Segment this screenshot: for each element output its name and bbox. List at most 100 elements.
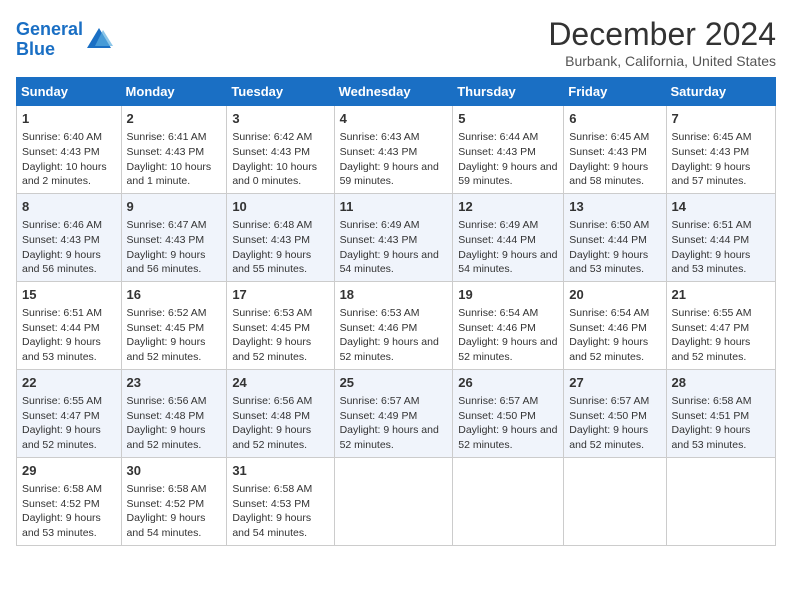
day-number: 31 (232, 462, 328, 480)
daylight-label: Daylight: 10 hours and 0 minutes. (232, 161, 317, 188)
sunrise-label: Sunrise: 6:40 AM (22, 131, 102, 143)
sunrise-label: Sunrise: 6:57 AM (458, 395, 538, 407)
sunset-label: Sunset: 4:52 PM (22, 498, 100, 510)
calendar-cell: 2 Sunrise: 6:41 AM Sunset: 4:43 PM Daylight… (121, 106, 227, 194)
daylight-label: Daylight: 9 hours and 53 minutes. (672, 424, 751, 451)
sunset-label: Sunset: 4:43 PM (458, 146, 536, 158)
sunrise-label: Sunrise: 6:41 AM (127, 131, 207, 143)
calendar-cell: 16Sunrise: 6:52 AMSunset: 4:45 PMDayligh… (121, 281, 227, 369)
calendar-cell: 22Sunrise: 6:55 AMSunset: 4:47 PMDayligh… (17, 369, 122, 457)
daylight-label: Daylight: 10 hours and 2 minutes. (22, 161, 107, 188)
sunrise-label: Sunrise: 6:49 AM (340, 219, 420, 231)
daylight-label: Daylight: 10 hours and 1 minute. (127, 161, 212, 188)
calendar-cell: 15Sunrise: 6:51 AMSunset: 4:44 PMDayligh… (17, 281, 122, 369)
calendar-cell: 3Sunrise: 6:42 AMSunset: 4:43 PMDaylight… (227, 106, 334, 194)
sunrise-label: Sunrise: 6:44 AM (458, 131, 538, 143)
sunset-label: Sunset: 4:43 PM (340, 234, 418, 246)
sunrise-label: Sunrise: 6:50 AM (569, 219, 649, 231)
daylight-label: Daylight: 9 hours and 52 minutes. (672, 336, 751, 363)
sunrise-label: Sunrise: 6:43 AM (340, 131, 420, 143)
calendar-cell: 12Sunrise: 6:49 AMSunset: 4:44 PMDayligh… (453, 193, 564, 281)
day-number: 2 (127, 110, 222, 128)
daylight-label: Daylight: 9 hours and 52 minutes. (127, 424, 206, 451)
logo-icon (85, 26, 113, 54)
day-number: 10 (232, 198, 328, 216)
sunrise-label: Sunrise: 6:57 AM (569, 395, 649, 407)
sunset-label: Sunset: 4:43 PM (22, 146, 100, 158)
sunset-label: Sunset: 4:47 PM (22, 410, 100, 422)
calendar-cell: 19Sunrise: 6:54 AMSunset: 4:46 PMDayligh… (453, 281, 564, 369)
weekday-header-tuesday: Tuesday (227, 78, 334, 106)
sunset-label: Sunset: 4:43 PM (232, 146, 310, 158)
sunset-label: Sunset: 4:46 PM (340, 322, 418, 334)
sunrise-label: Sunrise: 6:54 AM (458, 307, 538, 319)
sunset-label: Sunset: 4:44 PM (22, 322, 100, 334)
week-row-1: 1Sunrise: 6:40 AMSunset: 4:43 PMDaylight… (17, 106, 776, 194)
calendar-table: SundayMondayTuesdayWednesdayThursdayFrid… (16, 77, 776, 546)
day-number: 30 (127, 462, 222, 480)
daylight-label: Daylight: 9 hours and 52 minutes. (232, 336, 311, 363)
sunset-label: Sunset: 4:43 PM (127, 234, 205, 246)
daylight-label: Daylight: 9 hours and 52 minutes. (22, 424, 101, 451)
weekday-header-wednesday: Wednesday (334, 78, 453, 106)
daylight-label: Daylight: 9 hours and 52 minutes. (458, 336, 557, 363)
day-number: 8 (22, 198, 116, 216)
calendar-cell: 8Sunrise: 6:46 AMSunset: 4:43 PMDaylight… (17, 193, 122, 281)
daylight-label: Daylight: 9 hours and 53 minutes. (22, 336, 101, 363)
sunrise-label: Sunrise: 6:58 AM (232, 483, 312, 495)
sunset-label: Sunset: 4:45 PM (232, 322, 310, 334)
day-number: 11 (340, 198, 448, 216)
sunset-label: Sunset: 4:46 PM (569, 322, 647, 334)
daylight-label: Daylight: 9 hours and 53 minutes. (22, 512, 101, 539)
weekday-header-thursday: Thursday (453, 78, 564, 106)
weekday-header-friday: Friday (564, 78, 666, 106)
day-number: 16 (127, 286, 222, 304)
sunrise-label: Sunrise: 6:58 AM (127, 483, 207, 495)
daylight-label: Daylight: 9 hours and 56 minutes. (127, 249, 206, 276)
day-number: 29 (22, 462, 116, 480)
sunset-label: Sunset: 4:44 PM (672, 234, 750, 246)
sunrise-label: Sunrise: 6:57 AM (340, 395, 420, 407)
page-header: General Blue December 2024 Burbank, Cali… (16, 16, 776, 69)
daylight-label: Daylight: 9 hours and 54 minutes. (127, 512, 206, 539)
day-number: 25 (340, 374, 448, 392)
weekday-header-row: SundayMondayTuesdayWednesdayThursdayFrid… (17, 78, 776, 106)
sunrise-label: Sunrise: 6:53 AM (232, 307, 312, 319)
day-number: 7 (672, 110, 770, 128)
daylight-label: Daylight: 9 hours and 55 minutes. (232, 249, 311, 276)
sunset-label: Sunset: 4:43 PM (340, 146, 418, 158)
day-number: 18 (340, 286, 448, 304)
sunrise-label: Sunrise: 6:53 AM (340, 307, 420, 319)
sunset-label: Sunset: 4:43 PM (672, 146, 750, 158)
sunrise-label: Sunrise: 6:47 AM (127, 219, 207, 231)
calendar-cell: 11Sunrise: 6:49 AMSunset: 4:43 PMDayligh… (334, 193, 453, 281)
day-number: 24 (232, 374, 328, 392)
sunset-label: Sunset: 4:43 PM (232, 234, 310, 246)
sunset-label: Sunset: 4:52 PM (127, 498, 205, 510)
day-number: 23 (127, 374, 222, 392)
sunset-label: Sunset: 4:50 PM (458, 410, 536, 422)
sunset-label: Sunset: 4:48 PM (127, 410, 205, 422)
sunrise-label: Sunrise: 6:54 AM (569, 307, 649, 319)
sunset-label: Sunset: 4:49 PM (340, 410, 418, 422)
daylight-label: Daylight: 9 hours and 52 minutes. (458, 424, 557, 451)
daylight-label: Daylight: 9 hours and 54 minutes. (458, 249, 557, 276)
calendar-cell (334, 457, 453, 545)
sunrise-label: Sunrise: 6:51 AM (672, 219, 752, 231)
week-row-5: 29 Sunrise: 6:58 AM Sunset: 4:52 PM Dayligh… (17, 457, 776, 545)
calendar-cell: 20Sunrise: 6:54 AMSunset: 4:46 PMDayligh… (564, 281, 666, 369)
sunset-label: Sunset: 4:43 PM (127, 146, 205, 158)
calendar-cell: 25Sunrise: 6:57 AMSunset: 4:49 PMDayligh… (334, 369, 453, 457)
daylight-label: Daylight: 9 hours and 52 minutes. (127, 336, 206, 363)
daylight-label: Daylight: 9 hours and 52 minutes. (340, 336, 439, 363)
daylight-label: Daylight: 9 hours and 52 minutes. (569, 424, 648, 451)
day-number: 21 (672, 286, 770, 304)
month-title: December 2024 (548, 16, 776, 53)
calendar-cell: 10Sunrise: 6:48 AMSunset: 4:43 PMDayligh… (227, 193, 334, 281)
calendar-cell: 21Sunrise: 6:55 AMSunset: 4:47 PMDayligh… (666, 281, 775, 369)
sunrise-label: Sunrise: 6:51 AM (22, 307, 102, 319)
daylight-label: Daylight: 9 hours and 59 minutes. (458, 161, 557, 188)
daylight-label: Daylight: 9 hours and 57 minutes. (672, 161, 751, 188)
day-number: 4 (340, 110, 448, 128)
sunset-label: Sunset: 4:43 PM (569, 146, 647, 158)
